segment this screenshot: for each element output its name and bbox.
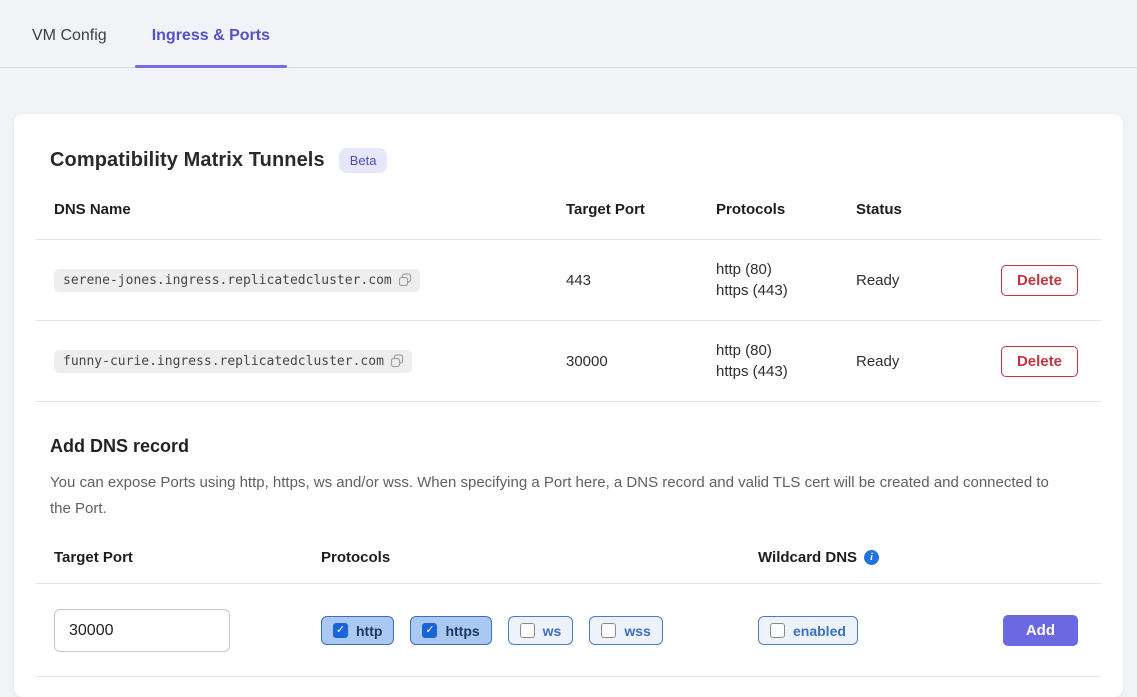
dns-name-pill: serene-jones.ingress.replicatedcluster.c…	[54, 269, 420, 292]
tab-vm-config[interactable]: VM Config	[15, 27, 124, 67]
checkbox-wss[interactable]: wss	[589, 616, 662, 645]
card-title: Compatibility Matrix Tunnels	[50, 149, 325, 172]
add-button[interactable]: Add	[1003, 615, 1078, 646]
checkbox-icon[interactable]	[770, 623, 785, 638]
add-dns-heading: Add DNS record	[50, 436, 1101, 457]
header-protocols: Protocols	[698, 201, 838, 218]
checkbox-ws[interactable]: ws	[508, 616, 574, 645]
dns-name-pill: funny-curie.ingress.replicatedcluster.co…	[54, 350, 412, 373]
copy-icon[interactable]	[398, 273, 412, 287]
target-port-value: 443	[548, 272, 698, 289]
checkbox-icon[interactable]	[333, 623, 348, 638]
protocol-line: http (80)	[716, 259, 838, 280]
protocol-line: http (80)	[716, 340, 838, 361]
header-status: Status	[838, 201, 978, 218]
checkbox-label: enabled	[793, 623, 846, 639]
checkbox-label: wss	[624, 623, 650, 639]
label-wildcard-dns: Wildcard DNS	[758, 549, 857, 566]
target-port-value: 30000	[548, 353, 698, 370]
target-port-input[interactable]	[54, 609, 230, 652]
protocol-line: https (443)	[716, 361, 838, 382]
divider	[36, 583, 1101, 584]
tab-bar: VM Config Ingress & Ports	[0, 0, 1137, 68]
label-target-port: Target Port	[36, 549, 303, 566]
tunnels-card: Compatibility Matrix Tunnels Beta DNS Na…	[14, 114, 1123, 697]
dns-name-text: funny-curie.ingress.replicatedcluster.co…	[63, 354, 384, 369]
tab-ingress-ports[interactable]: Ingress & Ports	[135, 27, 287, 67]
table-row: serene-jones.ingress.replicatedcluster.c…	[36, 240, 1101, 320]
dns-name-text: serene-jones.ingress.replicatedcluster.c…	[63, 273, 392, 288]
checkbox-label: http	[356, 623, 382, 639]
protocol-checkbox-group: http https ws wss	[303, 616, 740, 645]
checkbox-wildcard-enabled[interactable]: enabled	[758, 616, 858, 645]
divider	[36, 401, 1101, 402]
tunnels-table: DNS Name Target Port Protocols Status se…	[36, 201, 1101, 402]
add-dns-form-row: http https ws wss enabled Add	[36, 609, 1101, 652]
checkbox-icon[interactable]	[520, 623, 535, 638]
status-value: Ready	[838, 272, 978, 289]
divider	[36, 676, 1101, 677]
status-value: Ready	[838, 353, 978, 370]
protocol-line: https (443)	[716, 280, 838, 301]
beta-badge: Beta	[339, 148, 388, 173]
delete-button[interactable]: Delete	[1001, 346, 1078, 377]
copy-icon[interactable]	[390, 354, 404, 368]
info-icon[interactable]: i	[864, 550, 879, 565]
table-row: funny-curie.ingress.replicatedcluster.co…	[36, 321, 1101, 401]
delete-button[interactable]: Delete	[1001, 265, 1078, 296]
checkbox-label: ws	[543, 623, 562, 639]
checkbox-label: https	[445, 623, 479, 639]
table-header-row: DNS Name Target Port Protocols Status	[36, 201, 1101, 239]
header-dns-name: DNS Name	[36, 201, 548, 218]
checkbox-icon[interactable]	[422, 623, 437, 638]
header-target-port: Target Port	[548, 201, 698, 218]
checkbox-icon[interactable]	[601, 623, 616, 638]
checkbox-https[interactable]: https	[410, 616, 491, 645]
label-protocols: Protocols	[303, 549, 740, 566]
checkbox-http[interactable]: http	[321, 616, 394, 645]
add-dns-description: You can expose Ports using http, https, …	[50, 470, 1060, 522]
form-label-row: Target Port Protocols Wildcard DNS i	[36, 549, 1101, 566]
